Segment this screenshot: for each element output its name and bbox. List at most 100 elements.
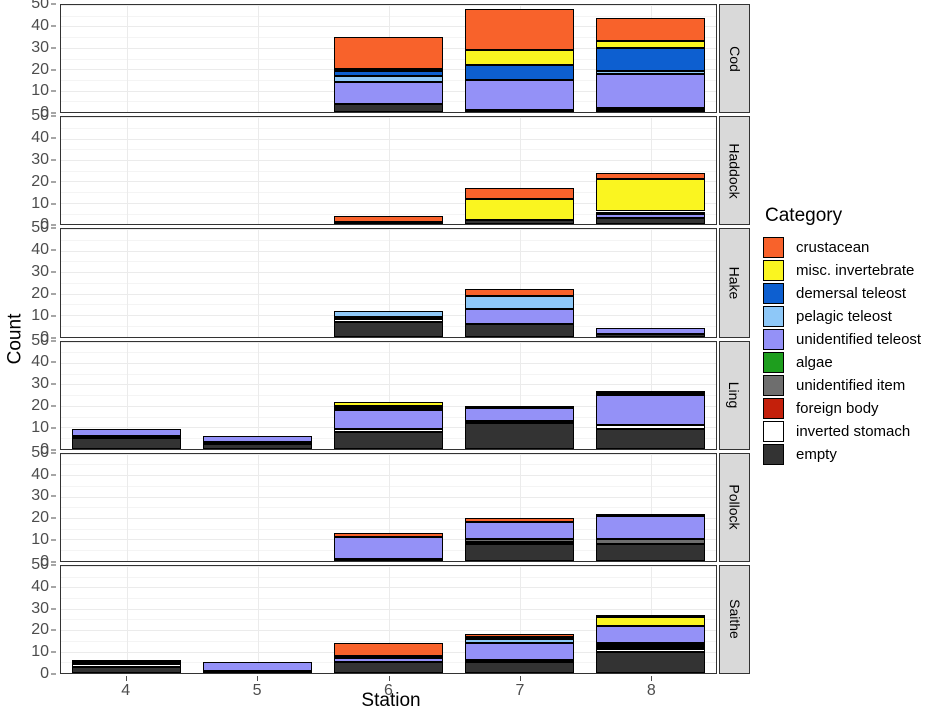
bar-segment[interactable] [465,295,574,309]
bar-segment[interactable] [596,41,705,48]
bar-segment[interactable] [596,47,705,72]
bar-segment[interactable] [334,401,443,406]
bar-segment[interactable] [465,408,574,421]
stacked-bar[interactable] [334,533,443,561]
bar-segment[interactable] [334,431,443,449]
stacked-bar[interactable] [72,660,181,674]
bar-segment[interactable] [596,513,705,516]
legend-item[interactable]: algae [763,351,949,374]
stacked-bar[interactable] [334,310,443,337]
legend-item[interactable]: demersal teleost [763,282,949,305]
bar-segment[interactable] [72,435,181,438]
bar-segment[interactable] [465,289,574,296]
stacked-bar[interactable] [465,634,574,674]
bar-segment[interactable] [465,405,574,408]
bar-segment[interactable] [596,543,705,561]
bar-segment[interactable] [596,107,705,111]
stacked-bar[interactable] [334,401,443,449]
bar-segment[interactable] [334,658,443,663]
legend-item[interactable]: pelagic teleost [763,305,949,328]
bar-segment[interactable] [596,217,705,225]
bar-segment[interactable] [334,71,443,76]
bar-segment[interactable] [334,319,443,322]
bar-segment[interactable] [465,539,574,542]
bar-segment[interactable] [465,543,574,561]
bar-segment[interactable] [465,541,574,544]
bar-segment[interactable] [72,429,181,436]
bar-segment[interactable] [465,634,574,637]
bar-segment[interactable] [596,647,705,650]
legend-item[interactable]: crustacean [763,236,949,259]
bar-segment[interactable] [465,65,574,81]
bar-segment[interactable] [203,662,312,671]
bar-segment[interactable] [596,327,705,335]
bar-segment[interactable] [334,310,443,318]
bar-segment[interactable] [334,321,443,337]
legend-item[interactable]: misc. invertebrate [763,259,949,282]
stacked-bar[interactable] [465,289,574,337]
bar-segment[interactable] [596,643,705,646]
bar-segment[interactable] [465,220,574,225]
bar-segment[interactable] [334,222,443,225]
legend-item[interactable]: foreign body [763,397,949,420]
bar-segment[interactable] [596,539,705,544]
bar-segment[interactable] [465,636,574,639]
bar-segment[interactable] [465,643,574,661]
bar-segment[interactable] [334,407,443,411]
bar-segment[interactable] [465,323,574,337]
stacked-bar[interactable] [334,215,443,225]
legend-item[interactable]: unidentified teleost [763,328,949,351]
legend-item[interactable]: inverted stomach [763,420,949,443]
stacked-bar[interactable] [334,643,443,674]
bar-segment[interactable] [334,37,443,70]
legend-item[interactable]: empty [763,443,949,466]
bar-segment[interactable] [465,110,574,113]
bar-segment[interactable] [596,172,705,180]
bar-segment[interactable] [203,670,312,674]
bar-segment[interactable] [596,645,705,648]
bar-segment[interactable] [596,615,705,618]
bar-segment[interactable] [465,187,574,199]
stacked-bar[interactable] [203,435,312,449]
bar-segment[interactable] [465,9,574,51]
bar-segment[interactable] [465,422,574,449]
stacked-bar[interactable] [72,429,181,449]
bar-segment[interactable] [334,655,443,659]
bar-segment[interactable] [334,215,443,223]
bar-segment[interactable] [465,420,574,423]
bar-segment[interactable] [72,666,181,674]
bar-segment[interactable] [596,110,705,113]
bar-segment[interactable] [334,429,443,432]
stacked-bar[interactable] [596,513,705,561]
bar-segment[interactable] [334,75,443,83]
bar-segment[interactable] [203,435,312,443]
stacked-bar[interactable] [596,172,705,225]
bar-segment[interactable] [334,643,443,656]
bar-segment[interactable] [596,211,705,214]
bar-segment[interactable] [596,390,705,393]
bar-segment[interactable] [334,103,443,113]
bar-segment[interactable] [596,651,705,674]
stacked-bar[interactable] [465,9,574,113]
stacked-bar[interactable] [465,187,574,225]
bar-segment[interactable] [203,442,312,445]
stacked-bar[interactable] [596,327,705,337]
bar-segment[interactable] [72,662,181,665]
bar-segment[interactable] [596,425,705,430]
bar-segment[interactable] [72,664,181,667]
stacked-bar[interactable] [465,518,574,561]
legend-item[interactable]: unidentified item [763,374,949,397]
bar-segment[interactable] [465,522,574,540]
stacked-bar[interactable] [596,17,705,113]
bar-segment[interactable] [334,82,443,104]
bar-segment[interactable] [72,660,181,663]
bar-segment[interactable] [465,308,574,324]
stacked-bar[interactable] [596,615,705,674]
bar-segment[interactable] [596,179,705,212]
bar-segment[interactable] [465,518,574,523]
bar-segment[interactable] [465,660,574,663]
bar-segment[interactable] [72,437,181,449]
bar-segment[interactable] [334,405,443,408]
bar-segment[interactable] [465,662,574,674]
bar-segment[interactable] [596,334,705,337]
